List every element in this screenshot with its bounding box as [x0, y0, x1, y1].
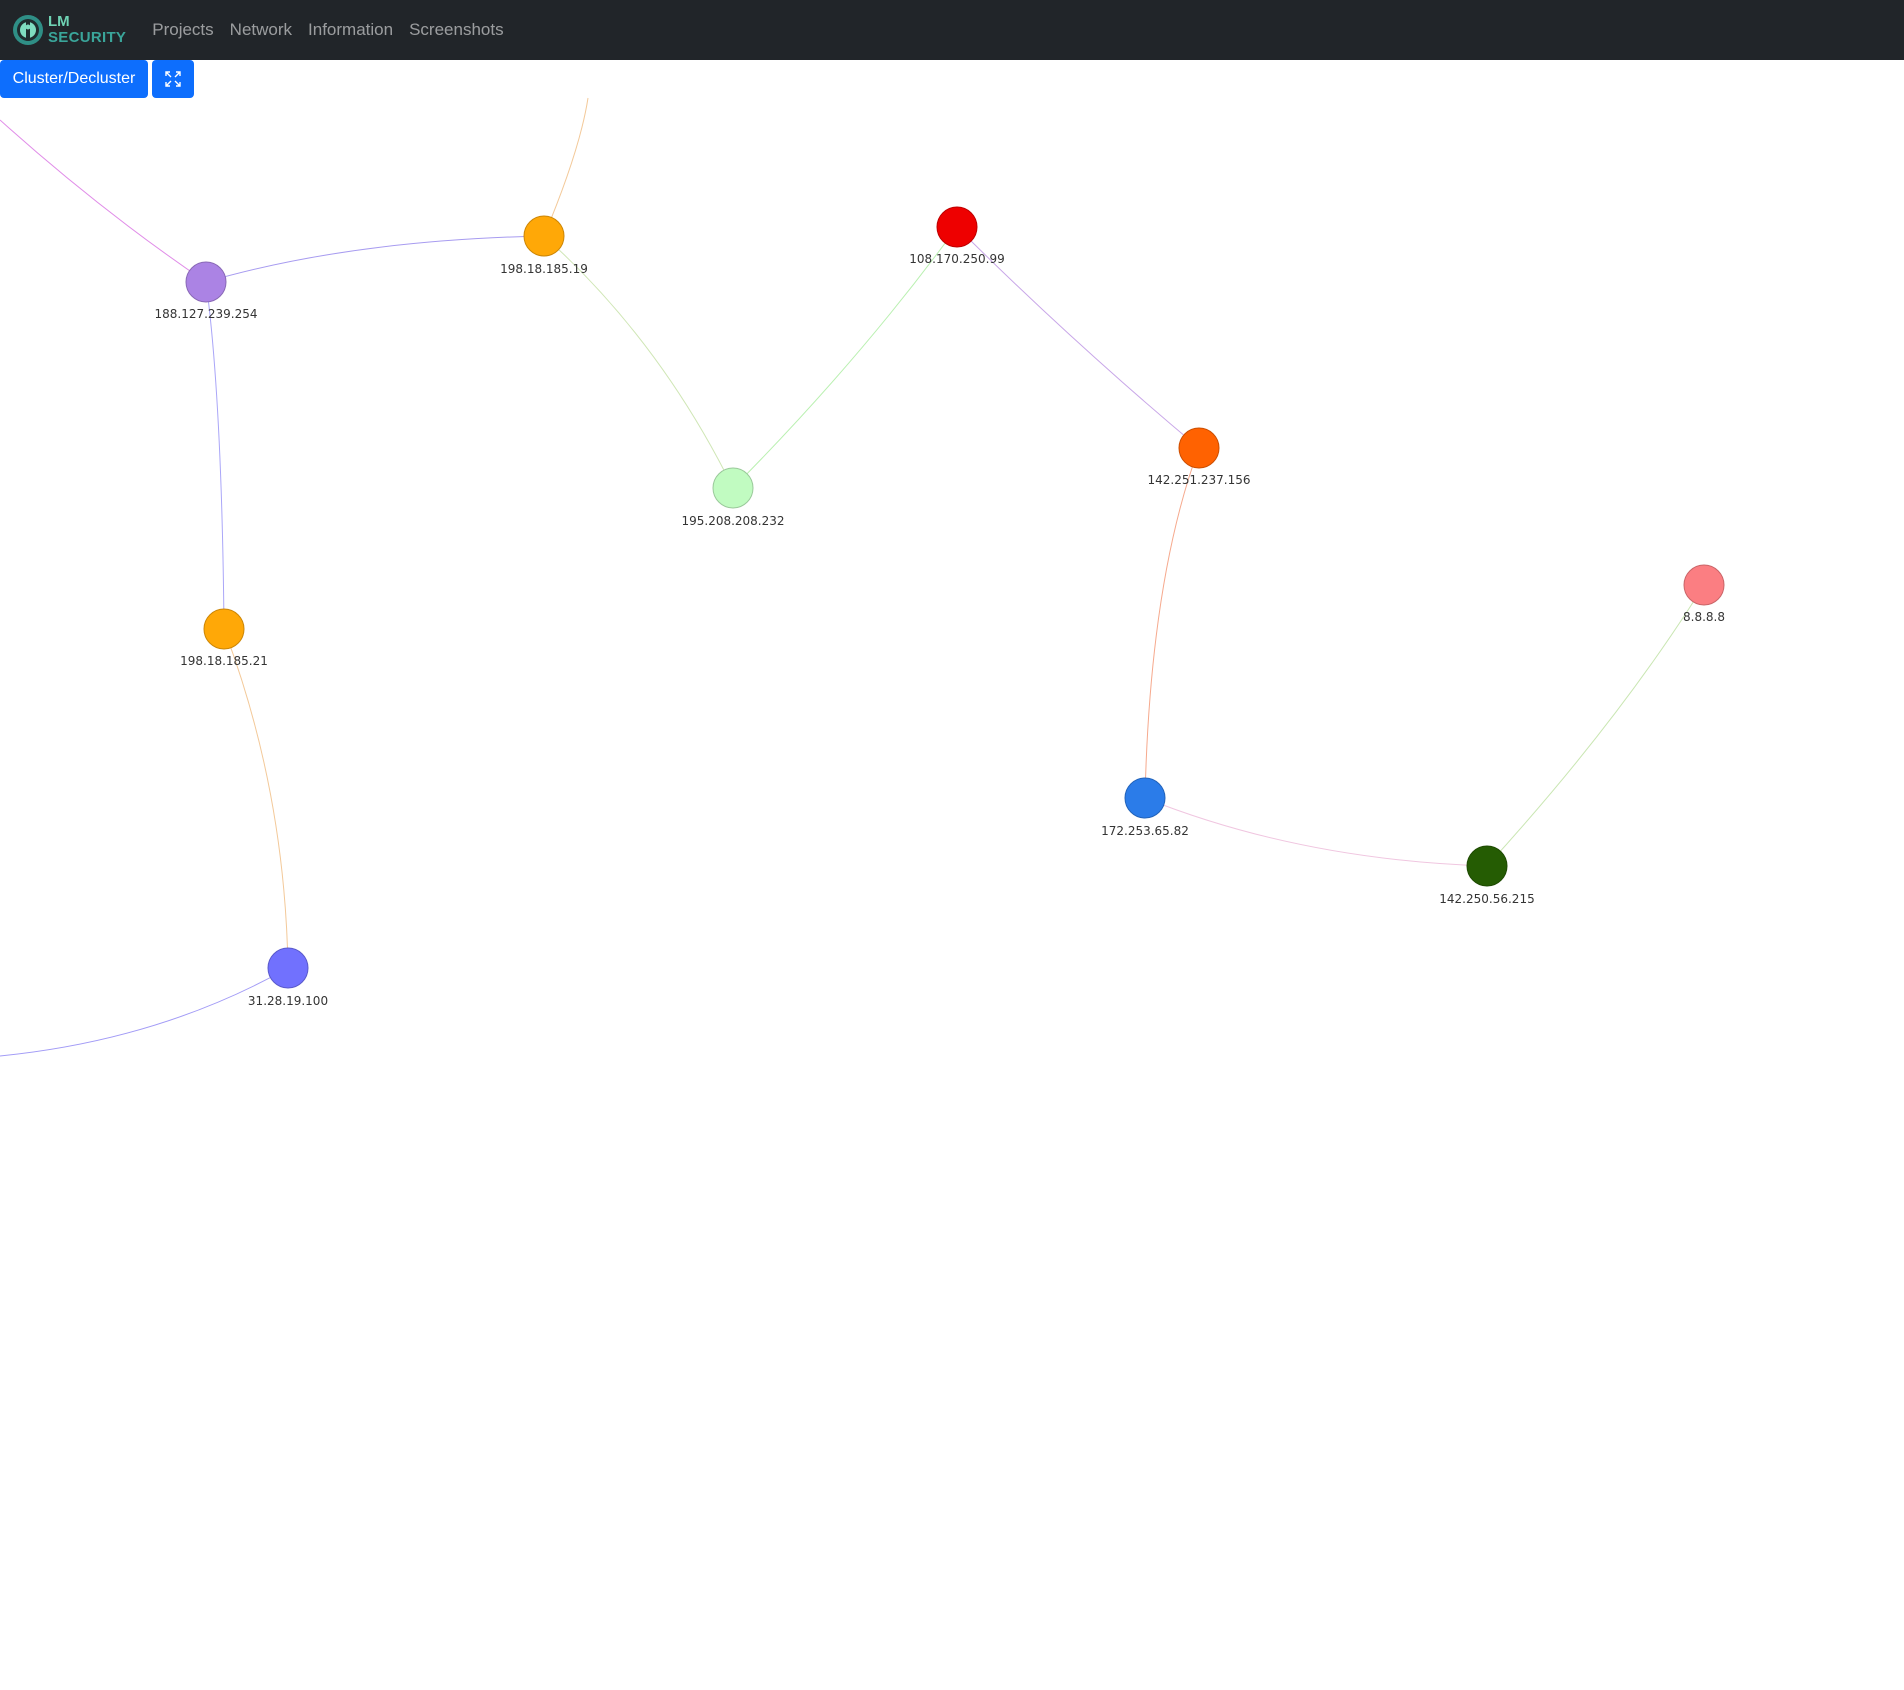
shield-logo-icon [13, 15, 43, 45]
graph-edge [205, 235, 545, 283]
nav-item-screenshots[interactable]: Screenshots [401, 20, 512, 40]
node-circle[interactable] [1466, 845, 1508, 887]
graph-node[interactable]: 195.208.208.232 [681, 467, 785, 528]
graph-node[interactable]: 142.250.56.215 [1439, 845, 1535, 906]
node-label: 198.18.185.21 [180, 654, 268, 668]
node-label: 142.251.237.156 [1147, 473, 1250, 487]
nav-item-information[interactable]: Information [300, 20, 401, 40]
node-label: 8.8.8.8 [1683, 610, 1725, 624]
nav-item-projects[interactable]: Projects [144, 20, 221, 40]
graph-node[interactable]: 198.18.185.19 [500, 215, 588, 276]
graph-edge [0, 967, 289, 1057]
node-circle[interactable] [936, 206, 978, 248]
graph-edge [1486, 584, 1705, 867]
graph-node[interactable]: 31.28.19.100 [248, 947, 328, 1008]
network-graph-canvas[interactable]: 188.127.239.254 198.18.185.19 108.170.25… [0, 60, 1904, 1690]
node-label: 31.28.19.100 [248, 994, 328, 1008]
node-circle[interactable] [203, 608, 245, 650]
graph-edge [543, 97, 589, 237]
graph-edge [223, 628, 289, 969]
node-circle[interactable] [1683, 564, 1725, 606]
node-circle[interactable] [185, 261, 227, 303]
graph-nodes: 188.127.239.254 198.18.185.19 108.170.25… [154, 206, 1725, 1008]
node-label: 172.253.65.82 [1101, 824, 1189, 838]
graph-toolbar: Cluster/Decluster [0, 60, 194, 98]
main-nav: Projects Network Information Screenshots [144, 20, 511, 40]
graph-node[interactable]: 8.8.8.8 [1683, 564, 1725, 624]
brand-name-line2: SECURITY [48, 29, 127, 46]
graph-edges [0, 97, 1705, 1057]
top-navbar: LM SECURITY Projects Network Information… [0, 0, 1904, 60]
node-label: 142.250.56.215 [1439, 892, 1534, 906]
graph-node[interactable]: 142.251.237.156 [1147, 427, 1251, 487]
graph-node[interactable]: 172.253.65.82 [1101, 777, 1189, 838]
node-circle[interactable] [523, 215, 565, 257]
brand-logo-link[interactable]: LM SECURITY [12, 0, 126, 60]
node-circle[interactable] [267, 947, 309, 989]
cluster-decluster-button[interactable]: Cluster/Decluster [0, 60, 148, 98]
graph-edge [205, 281, 225, 630]
graph-node[interactable]: 108.170.250.99 [909, 206, 1005, 266]
graph-node[interactable]: 188.127.239.254 [154, 261, 258, 321]
node-circle[interactable] [712, 467, 754, 509]
node-label: 108.170.250.99 [909, 252, 1004, 266]
graph-edge [0, 119, 207, 283]
node-label: 188.127.239.254 [154, 307, 257, 321]
nav-item-network[interactable]: Network [222, 20, 300, 40]
node-label: 195.208.208.232 [681, 514, 784, 528]
graph-edge [1144, 447, 1200, 799]
graph-edge [732, 226, 958, 489]
fullscreen-button[interactable] [152, 60, 194, 98]
graph-node[interactable]: 198.18.185.21 [180, 608, 268, 668]
node-circle[interactable] [1178, 427, 1220, 469]
fullscreen-icon [165, 71, 181, 87]
brand-name-line1: LM [48, 13, 70, 30]
node-circle[interactable] [1124, 777, 1166, 819]
node-label: 198.18.185.19 [500, 262, 588, 276]
graph-edge [1144, 797, 1488, 867]
